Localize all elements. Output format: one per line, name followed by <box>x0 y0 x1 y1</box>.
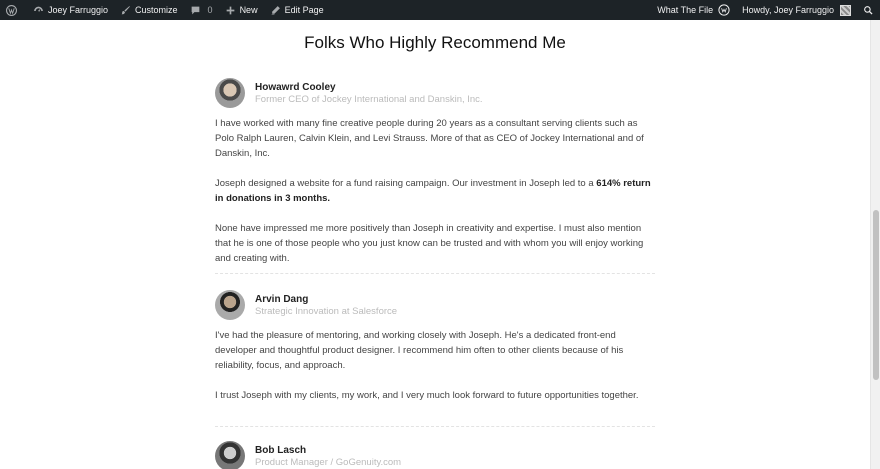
admin-bar: Joey Farruggio Customize 0 New Edit Page… <box>0 0 880 20</box>
scrollbar-thumb[interactable] <box>873 210 879 380</box>
search-toggle[interactable] <box>857 0 880 20</box>
edit-page-label: Edit Page <box>284 5 324 15</box>
page-scrollbar[interactable] <box>870 20 880 469</box>
testimonial-author: Bob Lasch Product Manager / GoGenuity.co… <box>215 440 655 469</box>
testimonial-quote: I have worked with many fine creative pe… <box>215 116 655 266</box>
quote-paragraph: Joseph designed a website for a fund rai… <box>215 176 655 206</box>
what-the-file-label: What The File <box>657 5 714 15</box>
author-role: Strategic Innovation at Salesforce <box>255 305 398 317</box>
comment-icon <box>191 6 199 14</box>
wordpress-icon <box>6 4 17 16</box>
wordpress-menu[interactable] <box>0 0 27 20</box>
author-role: Product Manager / GoGenuity.com <box>255 456 402 468</box>
site-name: Joey Farruggio <box>48 5 109 15</box>
admin-avatar <box>840 4 851 16</box>
customize-label: Customize <box>135 5 178 15</box>
page-title: Folks Who Highly Recommend Me <box>304 33 566 52</box>
what-the-file-link[interactable]: What The File <box>651 0 736 20</box>
author-name: Arvin Dang <box>255 293 309 305</box>
quote-paragraph: I trust Joseph with my clients, my work,… <box>215 390 639 401</box>
testimonial-author: Howawrd Cooley Former CEO of Jockey Inte… <box>215 77 655 109</box>
new-label: New <box>239 5 258 15</box>
divider <box>215 273 655 274</box>
testimonial-card: Howawrd Cooley Former CEO of Jockey Inte… <box>215 77 655 274</box>
author-name: Howawrd Cooley <box>255 81 336 93</box>
quote-paragraph: I've had the pleasure of mentoring, and … <box>215 330 624 371</box>
quote-text: Joseph designed a website for a fund rai… <box>215 178 597 189</box>
comments-link[interactable]: 0 <box>184 0 219 20</box>
testimonial-quote: I've had the pleasure of mentoring, and … <box>215 328 655 403</box>
customize-link[interactable]: Customize <box>114 0 184 20</box>
site-name-link[interactable]: Joey Farruggio <box>27 0 114 20</box>
author-avatar <box>215 78 245 108</box>
author-role: Former CEO of Jockey International and D… <box>255 93 483 105</box>
comments-count: 0 <box>207 5 213 15</box>
howdy-label: Howdy, Joey Farruggio <box>742 5 834 15</box>
quote-paragraph: None have impressed me more positively t… <box>215 223 644 264</box>
search-icon <box>864 5 873 15</box>
author-avatar <box>215 441 245 469</box>
new-content-link[interactable]: New <box>219 0 264 20</box>
testimonial-author: Arvin Dang Strategic Innovation at Sales… <box>215 289 655 321</box>
edit-page-link[interactable]: Edit Page <box>264 0 330 20</box>
testimonial-card: Arvin Dang Strategic Innovation at Sales… <box>215 289 655 427</box>
plus-icon <box>226 6 234 14</box>
wtf-icon <box>718 4 730 16</box>
divider <box>215 426 655 427</box>
my-account-menu[interactable]: Howdy, Joey Farruggio <box>736 0 857 20</box>
testimonial-card: Bob Lasch Product Manager / GoGenuity.co… <box>215 440 655 469</box>
author-name: Bob Lasch <box>255 444 307 456</box>
dashboard-icon <box>34 6 43 12</box>
brush-icon <box>121 5 130 14</box>
quote-paragraph: I have worked with many fine creative pe… <box>215 118 644 159</box>
author-avatar <box>215 290 245 320</box>
pencil-icon <box>271 5 280 15</box>
